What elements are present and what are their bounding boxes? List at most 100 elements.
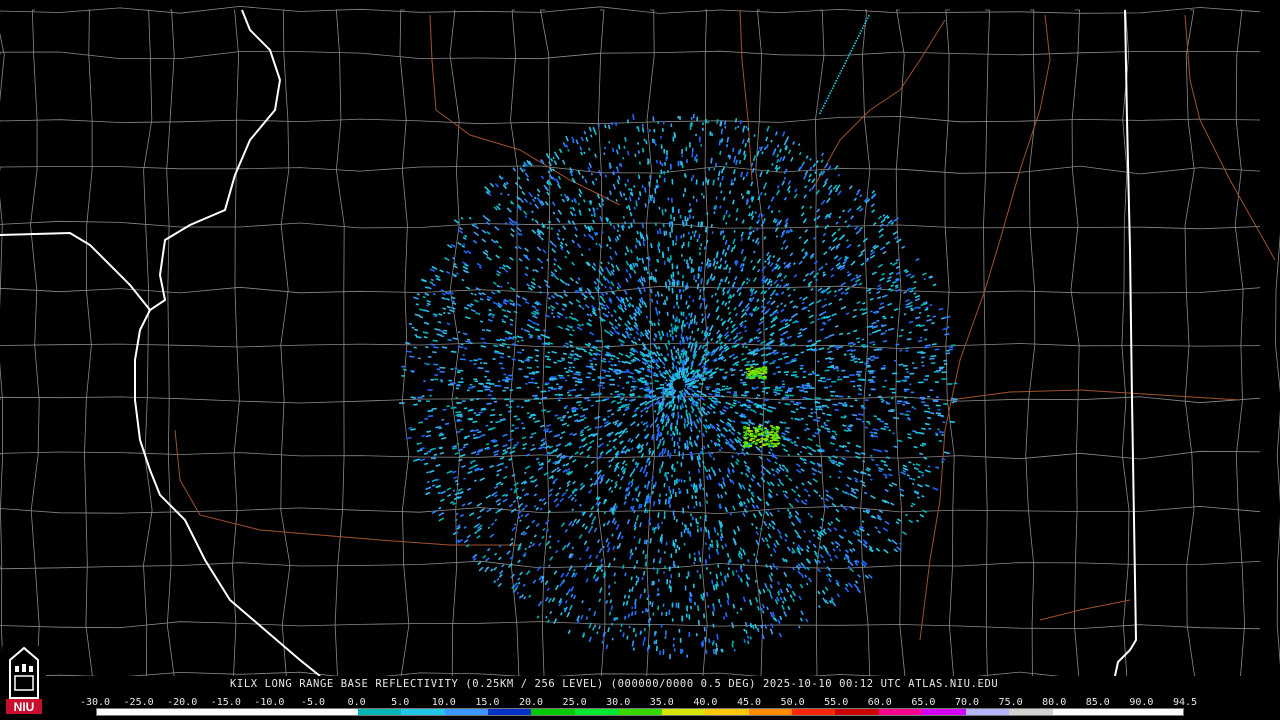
echo-speck bbox=[687, 571, 690, 577]
echo-speck bbox=[665, 611, 668, 616]
echo-speck bbox=[931, 321, 935, 325]
echo-speck bbox=[859, 207, 864, 212]
echo-speck bbox=[665, 493, 668, 496]
echo-speck bbox=[877, 263, 884, 268]
echo-speck bbox=[583, 425, 590, 430]
echo-speck bbox=[607, 360, 611, 363]
echo-speck bbox=[700, 382, 704, 385]
echo-speck bbox=[537, 337, 542, 340]
echo-speck bbox=[680, 294, 682, 300]
echo-speck bbox=[834, 324, 839, 328]
echo-speck bbox=[519, 167, 524, 173]
echo-speck bbox=[618, 316, 623, 321]
echo-speck bbox=[493, 400, 498, 403]
echo-speck bbox=[708, 167, 711, 171]
echo-speck bbox=[669, 333, 672, 337]
echo-speck bbox=[508, 406, 513, 409]
echo-speck bbox=[852, 343, 856, 346]
echo-speck bbox=[657, 330, 662, 336]
echo-speck bbox=[513, 443, 518, 447]
echo-speck bbox=[469, 399, 474, 401]
echo-speck bbox=[678, 355, 681, 359]
echo-speck bbox=[856, 370, 863, 373]
echo-speck bbox=[461, 400, 466, 403]
echo-speck bbox=[905, 402, 910, 405]
echo-speck bbox=[517, 245, 522, 250]
echo-speck bbox=[871, 321, 877, 325]
echo-speck bbox=[772, 149, 776, 156]
echo-speck bbox=[473, 378, 478, 381]
echo-speck bbox=[673, 216, 676, 222]
echo-speck bbox=[744, 345, 749, 349]
echo-speck bbox=[434, 274, 440, 279]
echo-speck bbox=[692, 216, 695, 219]
echo-speck bbox=[799, 450, 803, 454]
echo-speck bbox=[537, 461, 541, 464]
echo-speck bbox=[784, 533, 788, 538]
echo-speck bbox=[486, 256, 492, 261]
echo-speck bbox=[492, 281, 497, 285]
echo-speck bbox=[583, 416, 587, 420]
echo-speck bbox=[644, 464, 648, 468]
echo-speck bbox=[630, 439, 634, 443]
echo-speck bbox=[578, 209, 582, 214]
echo-speck bbox=[770, 196, 775, 202]
echo-speck bbox=[780, 308, 785, 313]
echo-speck bbox=[836, 542, 841, 547]
echo-speck bbox=[516, 351, 522, 354]
echo-speck bbox=[873, 434, 879, 438]
echo-speck bbox=[740, 237, 744, 242]
echo-speck bbox=[522, 210, 528, 216]
echo-speck bbox=[643, 239, 646, 242]
echo-speck bbox=[918, 311, 922, 315]
echo-speck bbox=[769, 262, 774, 267]
echo-speck bbox=[558, 148, 563, 154]
echo-speck bbox=[629, 553, 633, 560]
echo-speck bbox=[462, 445, 466, 449]
echo-speck bbox=[872, 448, 877, 451]
echo-speck bbox=[770, 323, 776, 329]
echo-speck bbox=[617, 384, 620, 387]
echo-speck bbox=[581, 323, 584, 326]
echo-speck bbox=[692, 299, 695, 303]
echo-speck bbox=[682, 193, 685, 197]
echo-speck bbox=[805, 548, 810, 553]
echo-speck bbox=[514, 245, 519, 250]
echo-speck bbox=[627, 375, 633, 379]
echo-speck bbox=[899, 412, 904, 415]
echo-speck bbox=[610, 605, 614, 611]
echo-speck bbox=[853, 385, 856, 388]
echo-speck bbox=[554, 584, 560, 591]
echo-speck bbox=[867, 357, 871, 360]
echo-speck bbox=[833, 527, 838, 531]
echo-speck bbox=[879, 277, 885, 282]
echo-speck bbox=[689, 476, 692, 482]
echo-speck bbox=[659, 160, 662, 165]
echo-speck bbox=[532, 268, 536, 272]
echo-speck bbox=[732, 355, 739, 360]
echo-speck bbox=[893, 359, 897, 362]
echo-speck bbox=[505, 376, 509, 379]
echo-speck bbox=[870, 359, 875, 362]
echo-speck bbox=[663, 148, 666, 154]
echo-speck bbox=[590, 460, 595, 465]
echo-speck bbox=[653, 128, 656, 133]
echo-speck bbox=[600, 283, 604, 287]
echo-speck bbox=[598, 202, 602, 208]
echo-speck bbox=[438, 517, 445, 522]
echo-speck bbox=[747, 558, 750, 563]
echo-speck bbox=[471, 385, 476, 388]
echo-speck bbox=[920, 401, 926, 404]
echo-speck bbox=[763, 146, 767, 151]
echo-speck bbox=[629, 333, 633, 336]
echo-speck bbox=[465, 340, 472, 344]
echo-speck bbox=[615, 524, 620, 531]
echo-speck bbox=[442, 307, 447, 311]
echo-speck bbox=[433, 346, 439, 349]
echo-speck bbox=[686, 445, 689, 451]
echo-speck bbox=[755, 526, 758, 530]
echo-speck bbox=[708, 392, 713, 396]
echo-speck bbox=[666, 353, 670, 357]
echo-speck bbox=[822, 560, 826, 564]
echo-speck bbox=[553, 160, 558, 166]
